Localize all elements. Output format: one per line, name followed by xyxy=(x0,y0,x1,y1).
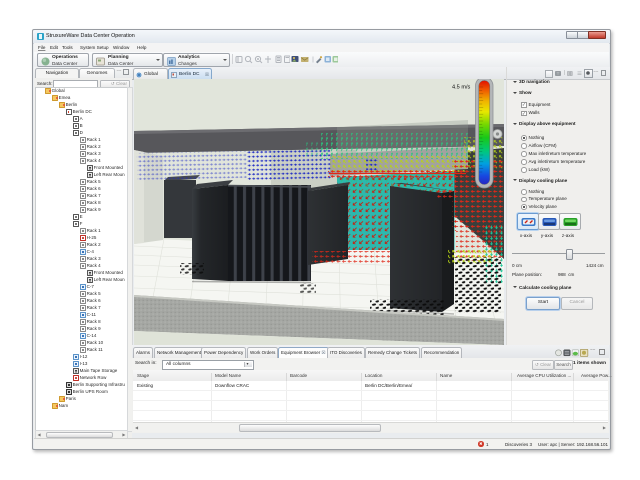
svg-text:4.5 m/s: 4.5 m/s xyxy=(452,85,471,91)
